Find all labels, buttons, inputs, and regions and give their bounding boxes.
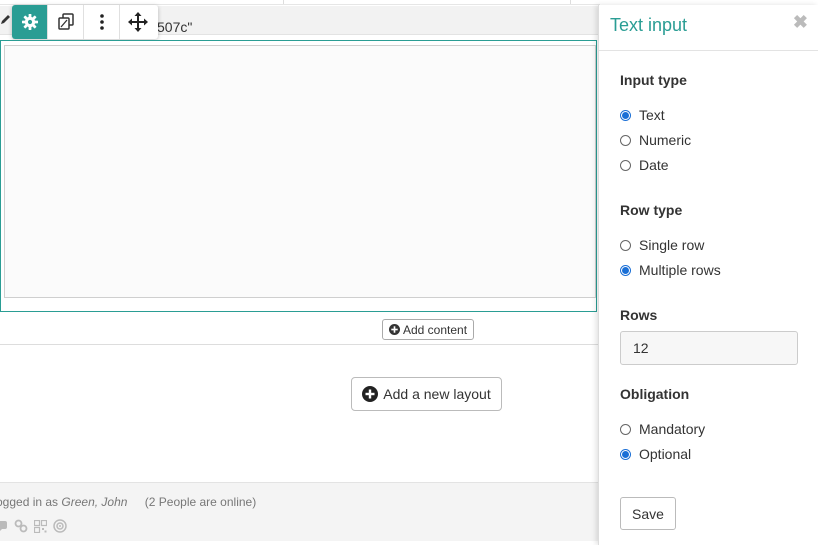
element-toolbar <box>12 5 158 39</box>
radio-button[interactable] <box>620 423 631 435</box>
rows-title: Rows <box>620 307 658 323</box>
radio-obligation-mandatory[interactable]: Mandatory <box>620 421 705 437</box>
footer-icons <box>0 519 67 533</box>
radio-input-type-numeric[interactable]: Numeric <box>620 132 691 148</box>
more-options-button[interactable] <box>84 5 120 39</box>
tab-divider <box>570 0 571 4</box>
pencil-icon[interactable] <box>0 12 12 26</box>
obligation-title: Obligation <box>620 386 690 402</box>
tab-divider <box>283 0 284 4</box>
close-icon[interactable]: ✖ <box>793 13 808 31</box>
add-layout-button[interactable]: Add a new layout <box>351 377 502 411</box>
login-status: ogged in as Green, John (2 People are on… <box>0 495 256 509</box>
duplicate-button[interactable] <box>48 5 84 39</box>
radio-button[interactable] <box>620 159 631 171</box>
chat-icon[interactable] <box>0 520 8 532</box>
plus-circle-icon <box>389 324 400 335</box>
copy-icon <box>57 13 74 30</box>
login-prefix: ogged in as <box>0 495 59 509</box>
save-button[interactable]: Save <box>620 497 676 530</box>
add-content-label: Add content <box>403 322 468 337</box>
footer: ogged in as Green, John (2 People are on… <box>0 482 598 541</box>
panel-title: Text input <box>610 15 688 35</box>
radio-label: Optional <box>639 446 692 462</box>
more-vertical-icon <box>99 14 104 30</box>
move-icon <box>128 12 148 32</box>
panel-divider <box>599 50 818 51</box>
radio-label: Mandatory <box>639 421 706 437</box>
plus-circle-icon <box>362 386 379 402</box>
radio-label: Date <box>639 157 669 173</box>
radio-button[interactable] <box>620 264 631 276</box>
radio-label: Numeric <box>639 132 692 148</box>
divider <box>0 344 598 345</box>
radio-button[interactable] <box>620 134 631 146</box>
text-input-settings-panel: Text input ✖ Input type Text Numeric Dat… <box>598 5 818 545</box>
radio-obligation-optional[interactable]: Optional <box>620 446 691 462</box>
user-name[interactable]: Green, John <box>61 495 127 509</box>
target-icon[interactable] <box>53 519 67 533</box>
radio-button[interactable] <box>620 109 631 121</box>
qr-code-icon[interactable] <box>34 519 47 533</box>
radio-row-type-multiple[interactable]: Multiple rows <box>620 262 721 278</box>
radio-button[interactable] <box>620 448 631 460</box>
text-input-preview[interactable] <box>4 45 596 298</box>
input-type-title: Input type <box>620 72 687 88</box>
add-content-button[interactable]: Add content <box>382 319 475 340</box>
radio-row-type-single[interactable]: Single row <box>620 237 704 253</box>
radio-label: Single row <box>639 237 705 253</box>
radio-input-type-date[interactable]: Date <box>620 157 669 173</box>
radio-label: Text <box>639 107 665 123</box>
settings-button[interactable] <box>12 5 48 39</box>
radio-button[interactable] <box>620 239 631 251</box>
rows-input[interactable] <box>620 331 798 365</box>
radio-input-type-text[interactable]: Text <box>620 107 665 123</box>
radio-label: Multiple rows <box>639 262 721 278</box>
online-count[interactable]: (2 People are online) <box>145 495 256 509</box>
link-icon[interactable] <box>14 519 28 533</box>
selected-element-frame <box>0 40 597 312</box>
add-layout-label: Add a new layout <box>383 386 491 402</box>
row-type-title: Row type <box>620 202 683 218</box>
element-label: 507c" <box>157 19 193 35</box>
move-handle[interactable] <box>120 5 156 39</box>
gear-icon <box>21 14 38 30</box>
